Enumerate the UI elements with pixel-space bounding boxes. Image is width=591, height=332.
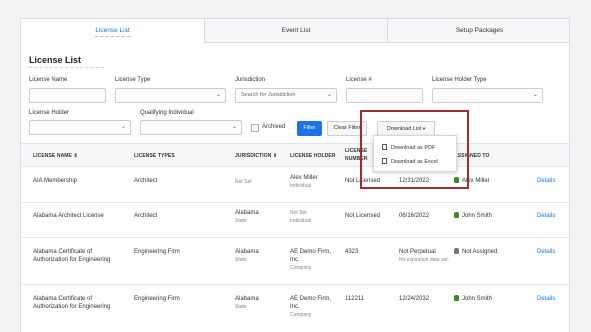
license-holder-cell: Alex Miller Individual <box>290 175 318 189</box>
chevron-down-icon: ⌄ <box>215 92 221 98</box>
table-row: Alabama Certificate of Authorization for … <box>21 238 569 285</box>
license-type-cell: Architect <box>134 213 158 219</box>
expiration-cell: 06/16/2022 <box>399 213 430 219</box>
license-type-select[interactable]: ⌄ <box>115 88 226 103</box>
license-number-label: License # <box>346 77 372 83</box>
tab-label: Event List <box>281 27 311 34</box>
license-card: License List Event List Setup Packages L… <box>20 18 570 332</box>
person-icon <box>454 248 459 254</box>
license-type-cell: Engineering Firm <box>134 249 180 255</box>
license-holder-cell: AE Demo Firm, Inc. Company <box>290 296 332 318</box>
jurisdiction-cell: Alabama State <box>235 296 259 310</box>
archived-label: Archived <box>262 124 286 130</box>
details-link[interactable]: Details <box>537 295 555 303</box>
assigned-to-cell: Not Assigned <box>454 248 497 256</box>
tab-event-list[interactable]: Event List <box>204 19 387 43</box>
license-type-cell: Engineering Firm <box>134 296 180 302</box>
header-license-types: LICENSE TYPES <box>134 153 175 159</box>
tab-bar: License List Event List Setup Packages <box>21 19 569 43</box>
license-number-input[interactable] <box>346 88 423 103</box>
license-name-label: License Name <box>29 77 68 83</box>
license-name-cell: AIA Membership <box>33 178 78 184</box>
expiration-cell: Not Perpetual No expiration date set. <box>399 249 450 263</box>
download-excel-item[interactable]: Download as Excel <box>382 158 438 165</box>
header-license-name[interactable]: LICENSE NAME ⇕ <box>33 153 78 159</box>
chevron-down-icon: ⌄ <box>326 92 332 98</box>
license-number-cell: 4323 <box>345 249 359 255</box>
expiration-cell: 12/24/2032 <box>399 296 430 302</box>
license-name-cell: Alabama Certificate of Authorization for … <box>33 296 111 310</box>
person-icon <box>454 212 459 218</box>
chevron-down-icon: ⌄ <box>120 124 126 130</box>
excel-file-icon <box>382 158 387 164</box>
header-jurisdiction[interactable]: JURISDICTION ⇕ <box>235 153 277 159</box>
details-link[interactable]: Details <box>537 212 555 220</box>
license-holder-type-select[interactable]: ⌄ <box>432 88 543 103</box>
person-icon <box>454 295 459 301</box>
license-holder-select[interactable]: ⌄ <box>29 120 131 135</box>
filter-button[interactable]: Filter <box>297 121 322 136</box>
license-type-label: License Type <box>115 77 151 83</box>
assigned-to-cell: John Smith <box>454 295 492 303</box>
license-name-cell: Alabama Architect License <box>33 213 104 219</box>
header-license-holder: LICENSE HOLDER <box>290 153 336 159</box>
jurisdiction-label: Jurisdiction <box>235 77 266 83</box>
license-number-cell: 112211 <box>345 296 365 302</box>
qualifying-individual-label: Qualifying Individual <box>140 110 194 116</box>
qualifying-individual-select[interactable]: ⌄ <box>140 120 242 135</box>
tab-setup-packages[interactable]: Setup Packages <box>387 19 569 43</box>
license-name-input[interactable] <box>29 88 106 103</box>
jurisdiction-placeholder: Search for Jurisdiction <box>241 92 296 98</box>
license-holder-type-label: License Holder Type <box>432 77 487 83</box>
license-holder-cell: Not Set Individual <box>290 210 312 224</box>
archived-checkbox[interactable] <box>251 124 259 132</box>
chevron-down-icon: ⌄ <box>231 124 237 130</box>
download-menu: Download as PDF Download as Excel <box>373 135 457 172</box>
table-header: LICENSE NAME ⇕ LICENSE TYPES JURISDICTIO… <box>21 143 569 167</box>
chevron-down-icon: ⌄ <box>532 92 538 98</box>
jurisdiction-cell: Alabama State <box>235 210 259 224</box>
license-type-cell: Architect <box>134 178 158 184</box>
jurisdiction-cell: Not Set <box>235 179 252 185</box>
sort-icon: ⇕ <box>272 153 278 159</box>
license-holder-label: License Holder <box>29 110 70 116</box>
table-row: Alabama Architect License Architect Alab… <box>21 203 569 238</box>
table-row: AIA Membership Architect Not Set Alex Mi… <box>21 167 569 203</box>
page-title: License List <box>29 55 82 65</box>
jurisdiction-cell: Alabama State <box>235 249 259 263</box>
table-row: Alabama Certificate of Authorization for … <box>21 285 569 332</box>
details-link[interactable]: Details <box>537 248 555 256</box>
tab-label: Setup Packages <box>455 27 504 34</box>
pdf-file-icon <box>382 144 387 150</box>
details-link[interactable]: Details <box>537 177 555 185</box>
tab-label: License List <box>95 26 130 37</box>
sort-icon: ⇕ <box>73 153 78 159</box>
title-divider <box>29 67 104 68</box>
tab-license-list[interactable]: License List <box>21 19 204 43</box>
download-pdf-item[interactable]: Download as PDF <box>382 144 435 151</box>
license-number-cell: Not Licensed <box>345 213 381 219</box>
license-name-cell: Alabama Certificate of Authorization for … <box>33 249 111 263</box>
license-holder-cell: AE Demo Firm, Inc. Company <box>290 249 332 271</box>
jurisdiction-input[interactable]: Search for Jurisdiction ⌄ <box>235 88 337 103</box>
assigned-to-cell: John Smith <box>454 212 492 220</box>
